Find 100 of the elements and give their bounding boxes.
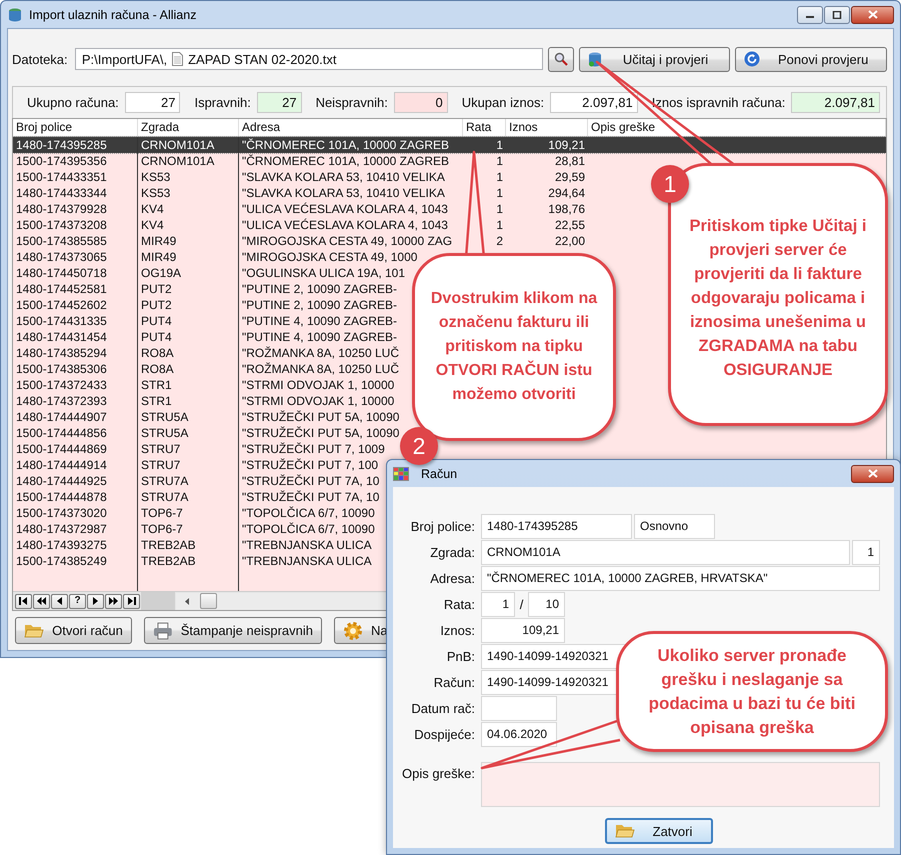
summary-label: Ukupan iznos:: [462, 95, 544, 110]
table-cell: STRU7A: [141, 474, 188, 488]
table-cell: PUT2: [141, 298, 172, 312]
table-cell: "STRMI ODVOJAK 1, 10000: [242, 378, 394, 392]
table-cell: 1500-174452602: [16, 298, 107, 312]
table-cell: OG19A: [141, 266, 182, 280]
file-label: Datoteka:: [12, 52, 69, 66]
table-cell: "STRUŽEČKI PUT 5A, 10090: [242, 426, 400, 440]
table-cell: 1500-174385249: [16, 554, 107, 568]
field-label: PnB:: [446, 649, 476, 664]
table-cell: 1500-174385306: [16, 362, 107, 376]
table-cell: 1480-174431454: [16, 330, 107, 344]
table-cell: STRU7: [141, 442, 180, 456]
table-cell: 1500-174444869: [16, 442, 107, 456]
table-cell: CRNOM101A: [141, 154, 214, 168]
table-cell: STR1: [141, 394, 172, 408]
table-cell: "ROŽMANKA 8A, 10250 LUČ: [242, 346, 399, 360]
table-cell: "ČRNOMEREC 101A, 10000 ZAGREB: [242, 138, 449, 152]
field-label: Zgrada:: [429, 545, 476, 560]
dialog-title: Račun: [421, 466, 458, 480]
table-cell: TOP6-7: [141, 522, 183, 536]
table-cell: 1: [496, 202, 503, 216]
summary-value: 0: [394, 92, 448, 113]
field-label: Iznos:: [439, 623, 476, 638]
table-cell: 1: [496, 154, 503, 168]
separator-text: /: [518, 597, 524, 612]
table-cell: 28,81: [554, 154, 585, 168]
table-cell: "TOPOLČICA 6/7, 10090: [242, 506, 375, 520]
field-label: Dospijeće:: [413, 727, 476, 742]
table-cell: 1500-174444856: [16, 426, 107, 440]
table-cell: "STRUŽEČKI PUT 7A, 10: [242, 490, 380, 504]
table-cell: "MIROGOJSKA CESTA 49, 1000: [242, 250, 418, 264]
table-cell: "STRMI ODVOJAK 1, 10000: [242, 394, 394, 408]
table-cell: 1480-174379928: [16, 202, 107, 216]
table-cell: 1: [496, 218, 503, 232]
path-text: P:\ImportUFA\,: [82, 52, 168, 66]
summary-value: 2.097,81: [791, 92, 880, 113]
window-title: Import ulaznih računa - Allianz: [29, 8, 196, 22]
table-cell: 29,59: [554, 170, 585, 184]
field-label: Datum rač:: [410, 701, 476, 716]
table-cell: 1: [496, 186, 503, 200]
table-cell: 1480-174444925: [16, 474, 107, 488]
table-cell: 2: [496, 234, 503, 248]
table-cell: 1480-174372987: [16, 522, 107, 536]
table-cell: "ČRNOMEREC 101A, 10000 ZAGREB: [242, 154, 449, 168]
table-cell: STRU7A: [141, 490, 188, 504]
table-cell: 1480-174373065: [16, 250, 107, 264]
table-cell: KS53: [141, 170, 170, 184]
table-cell: 1480-174385294: [16, 346, 107, 360]
table-cell: 22,55: [554, 218, 585, 232]
table-cell: 22,00: [554, 234, 585, 248]
table-cell: KV4: [141, 202, 164, 216]
table-cell: STRU5A: [141, 410, 188, 424]
table-cell: "PUTINE 2, 10090 ZAGREB-: [242, 298, 397, 312]
table-cell: RO8A: [141, 362, 174, 376]
table-cell: STRU5A: [141, 426, 188, 440]
table-cell: 1500-174373208: [16, 218, 107, 232]
table-cell: "TOPOLČICA 6/7, 10090: [242, 522, 375, 536]
table-cell: 198,76: [548, 202, 585, 216]
table-cell: 1500-174433351: [16, 170, 107, 184]
table-cell: 1: [496, 138, 503, 152]
table-cell: "PUTINE 2, 10090 ZAGREB-: [242, 282, 397, 296]
table-cell: "STRUŽEČKI PUT 5A, 10090: [242, 410, 400, 424]
table-cell: "STRUŽEČKI PUT 7, 1009: [242, 442, 385, 456]
table-cell: TREB2AB: [141, 538, 196, 552]
table-cell: TOP6-7: [141, 506, 183, 520]
table-cell: "PUTINE 4, 10090 ZAGREB-: [242, 314, 397, 328]
table-cell: 1480-174444914: [16, 458, 107, 472]
summary-value: 27: [256, 92, 302, 113]
table-cell: 1500-174372433: [16, 378, 107, 392]
table-cell: "OGULINSKA ULICA 19A, 101: [242, 266, 406, 280]
table-cell: 1480-174395285: [16, 138, 107, 152]
field-label: Broj police:: [410, 519, 476, 534]
table-cell: "ULICA VEĆESLAVA KOLARA 4, 1043: [242, 202, 448, 216]
table-cell: PUT4: [141, 330, 172, 344]
table-cell: MIR49: [141, 250, 176, 264]
summary-label: Neispravnih:: [316, 95, 388, 110]
table-cell: KS53: [141, 186, 170, 200]
table-cell: "STRUŽEČKI PUT 7A, 10: [242, 474, 380, 488]
field-label: Rata:: [442, 597, 476, 612]
summary-value: 27: [124, 92, 180, 113]
table-cell: "TREBNJANSKA ULICA: [242, 554, 372, 568]
file-name-text: ZAPAD STAN 02-2020.txt: [188, 52, 336, 66]
table-cell: 1500-174395356: [16, 154, 107, 168]
summary-label: Ukupno računa:: [27, 95, 119, 110]
table-cell: 1500-174444878: [16, 490, 107, 504]
callout-text: Dvostrukim klikom na označenu fakturu ili pritiskom na tipku OTVORI RAČUN istu možemo otvoriti: [430, 289, 598, 405]
field-label: Opis greške:: [401, 765, 476, 781]
table-cell: 1: [496, 170, 503, 184]
table-cell: "MIROGOJSKA CESTA 49, 10000 ZAG: [242, 234, 452, 248]
table-cell: 1480-174393275: [16, 538, 107, 552]
table-cell: 294,64: [548, 186, 585, 200]
table-cell: "ULICA VEĆESLAVA KOLARA 4, 1043: [242, 218, 448, 232]
table-cell: CRNOM101A: [141, 138, 214, 152]
table-cell: 1500-174373020: [16, 506, 107, 520]
table-cell: 109,21: [548, 138, 585, 152]
table-cell: TREB2AB: [141, 554, 196, 568]
table-cell: 1480-174372393: [16, 394, 107, 408]
table-cell: "TREBNJANSKA ULICA: [242, 538, 372, 552]
table-cell: 1480-174444907: [16, 410, 107, 424]
